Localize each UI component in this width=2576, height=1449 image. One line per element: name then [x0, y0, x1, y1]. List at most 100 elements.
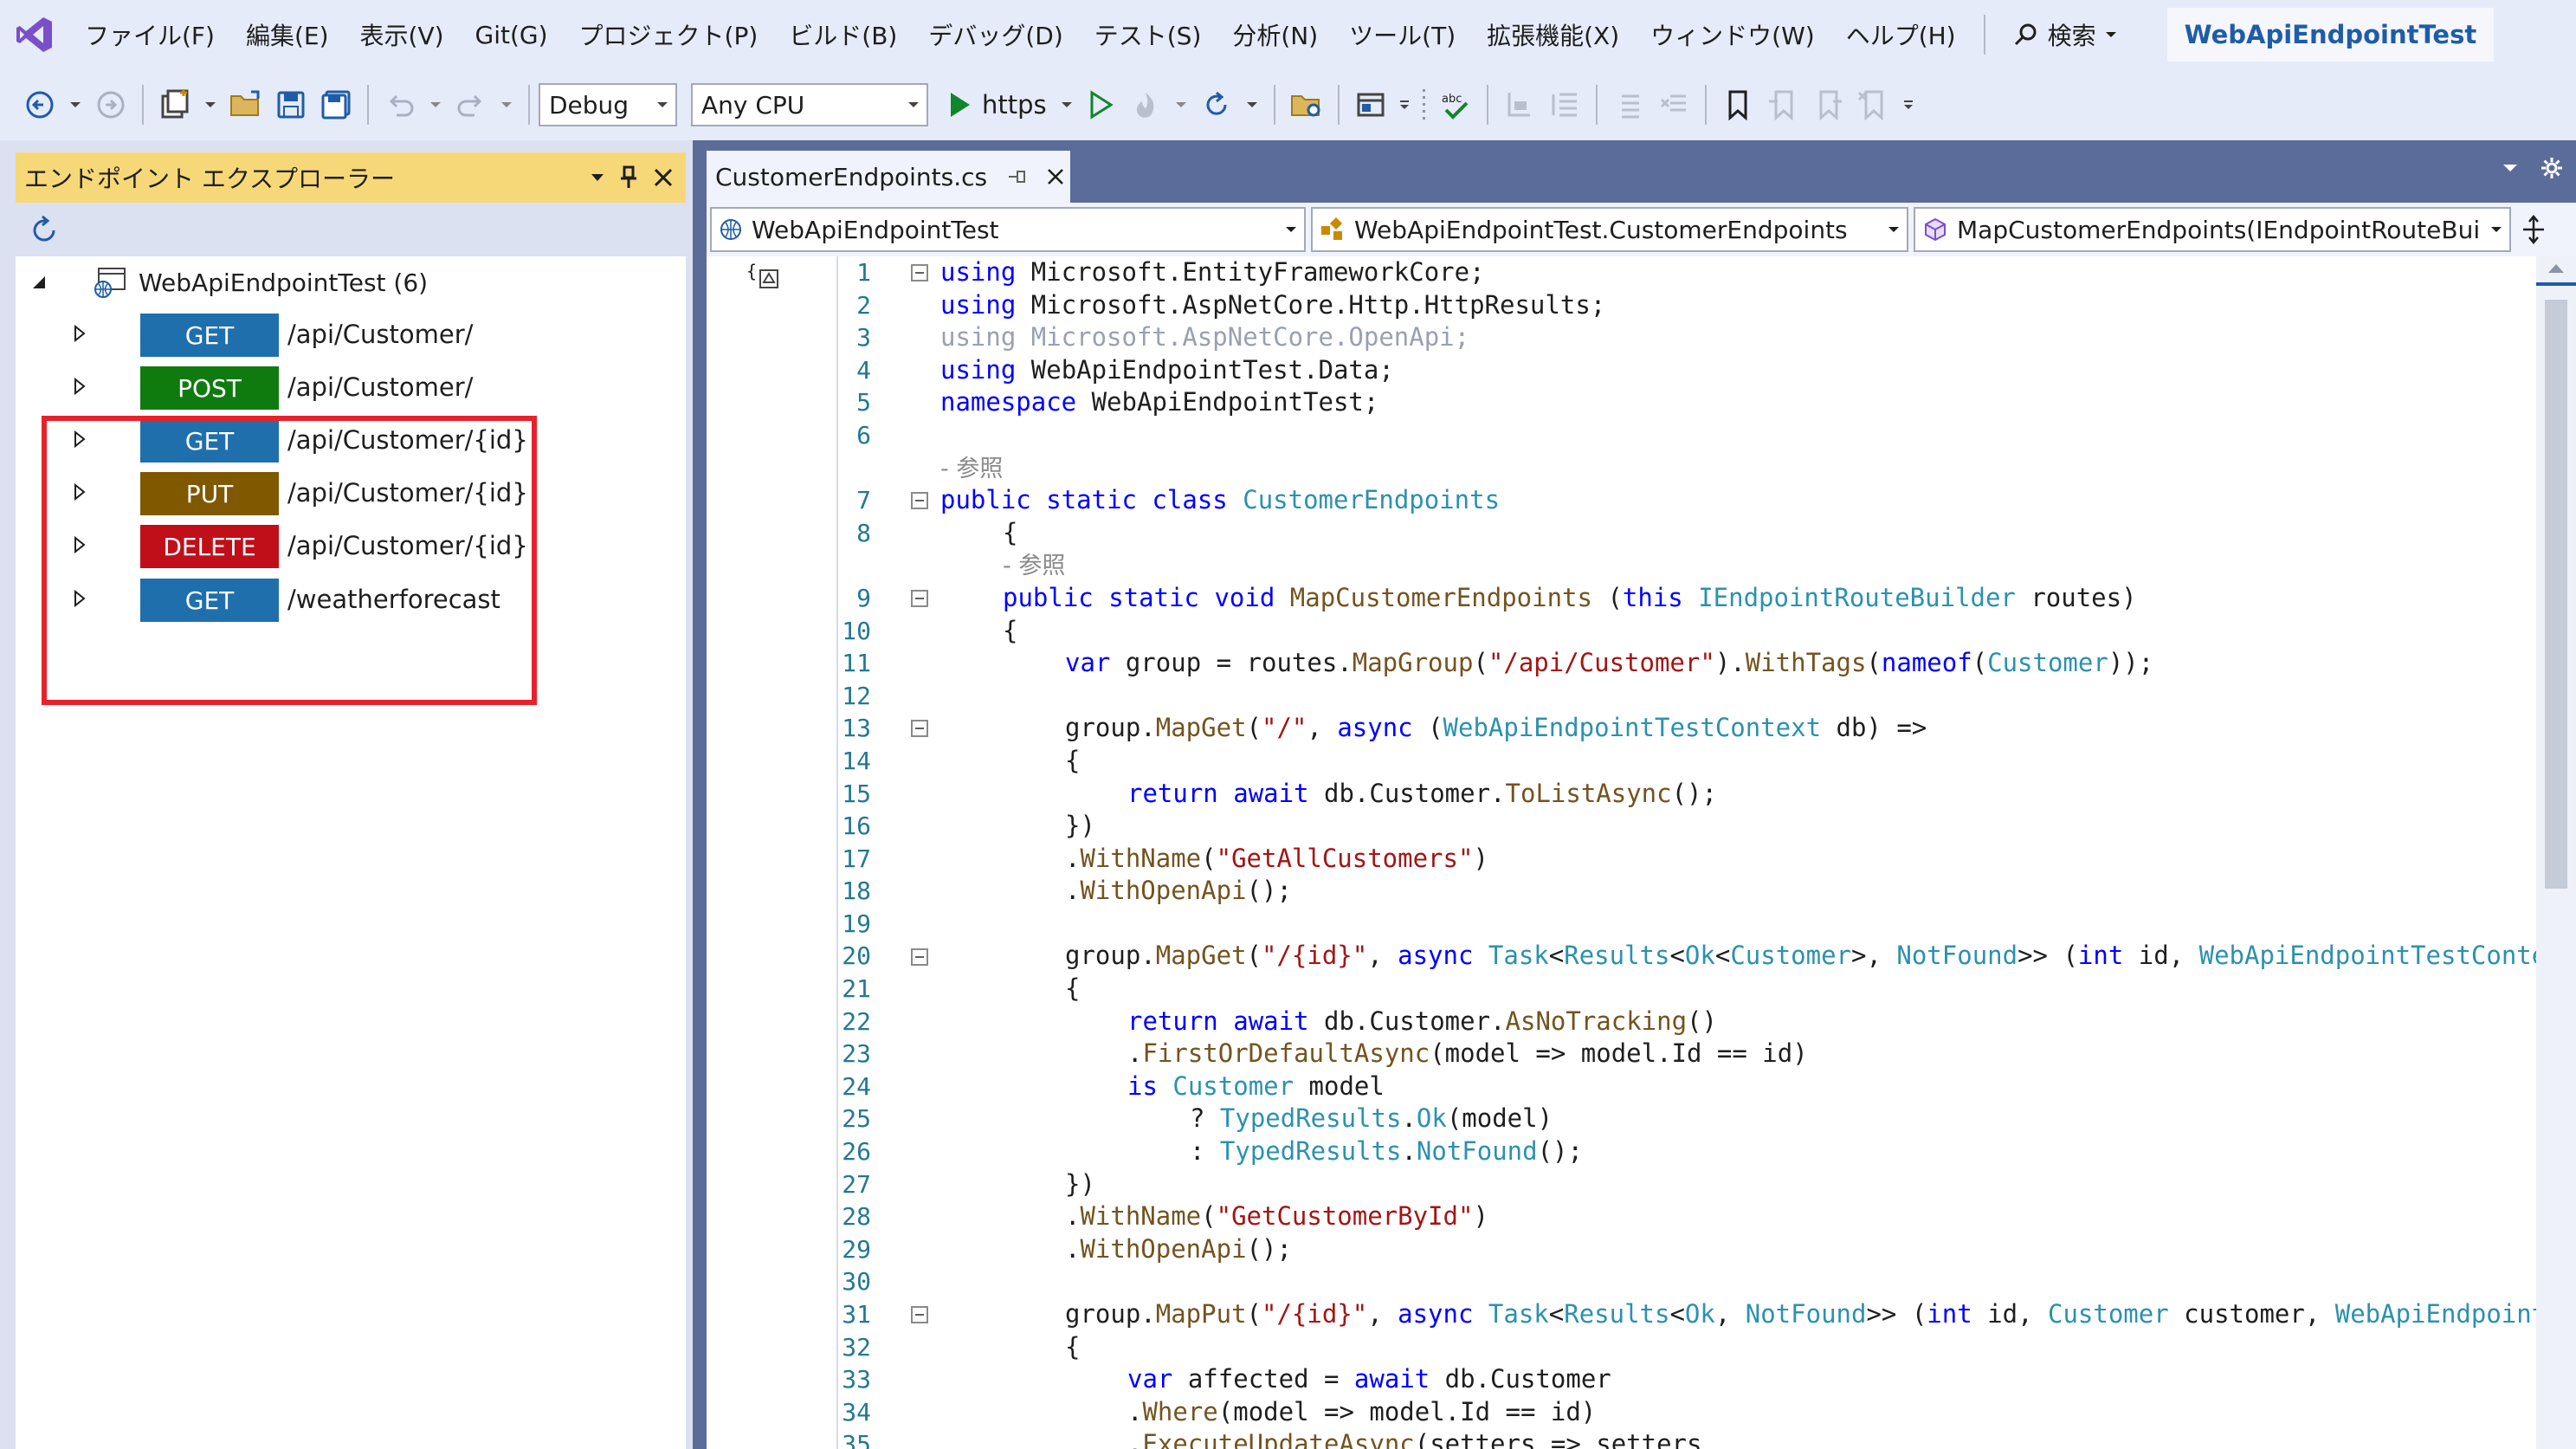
menu-git[interactable]: Git(G) — [460, 0, 564, 69]
code-line[interactable]: ? TypedResults.Ok(model) — [940, 1103, 2334, 1135]
chevron-down-icon[interactable] — [1056, 80, 1078, 130]
window-layout-icon[interactable] — [1348, 80, 1393, 130]
tree-root-project[interactable]: WebApiEndpointTest (6) — [31, 256, 428, 308]
code-line[interactable] — [940, 1265, 2334, 1298]
chevron-down-icon[interactable] — [423, 80, 449, 130]
code-line[interactable]: using Microsoft.EntityFrameworkCore; — [940, 256, 2334, 289]
undo-icon[interactable] — [378, 80, 423, 130]
clear-bookmarks-icon[interactable] — [1850, 80, 1895, 130]
project-scope-select[interactable]: WebApiEndpointTest — [710, 207, 1306, 252]
references-label[interactable]: - 参照 — [1003, 553, 1065, 579]
toolbar-overflow-icon[interactable] — [1393, 80, 1416, 130]
code-line[interactable]: using Microsoft.AspNetCore.OpenApi; — [940, 321, 2334, 354]
window-position-icon[interactable] — [591, 172, 604, 183]
code-line[interactable]: { — [940, 615, 2334, 648]
browse-folder-icon[interactable] — [1284, 80, 1329, 130]
code-line[interactable]: return await db.Customer.AsNoTracking() — [940, 1006, 2334, 1038]
save-all-icon[interactable] — [313, 80, 358, 130]
split-window-icon[interactable] — [2516, 207, 2551, 252]
tab-list-dropdown-icon[interactable] — [2502, 162, 2519, 174]
platform-select[interactable]: Any CPU — [691, 83, 928, 126]
previous-bookmark-icon[interactable] — [1760, 80, 1805, 130]
code-line[interactable]: { — [940, 745, 2334, 778]
code-lines[interactable]: using Microsoft.EntityFrameworkCore; usin… — [940, 256, 2562, 1449]
comment-lines-icon[interactable] — [1606, 80, 1651, 130]
menu-debug[interactable]: デバッグ(D) — [913, 0, 1078, 69]
code-line[interactable]: group.MapGet("/", async (WebApiEndpointT… — [940, 712, 2334, 745]
chevron-down-icon[interactable] — [494, 80, 520, 130]
member-scope-select[interactable]: MapCustomerEndpoints(IEndpointRouteBuilc — [1914, 207, 2511, 252]
scroll-up-arrow-icon[interactable] — [2547, 262, 2566, 278]
menu-build[interactable]: ビルド(B) — [773, 0, 913, 69]
vertical-scrollbar[interactable] — [2536, 256, 2576, 1449]
menu-help[interactable]: ヘルプ(H) — [1830, 0, 1972, 69]
code-line[interactable] — [940, 680, 2334, 713]
menu-test[interactable]: テスト(S) — [1079, 0, 1217, 69]
code-lens-references[interactable]: - 参照 — [940, 452, 2334, 485]
uncomment-lines-icon[interactable] — [1651, 80, 1696, 130]
code-line[interactable]: .FirstOrDefaultAsync(model => model.Id =… — [940, 1038, 2334, 1071]
code-line[interactable]: using Microsoft.AspNetCore.Http.HttpResu… — [940, 289, 2334, 322]
search-box[interactable]: 検索 — [1998, 0, 2133, 69]
code-line[interactable]: group.MapPut("/{id}", async Task<Results… — [940, 1298, 2562, 1331]
redo-icon[interactable] — [449, 80, 494, 130]
menu-tools[interactable]: ツール(T) — [1333, 0, 1471, 69]
save-icon[interactable] — [268, 80, 313, 130]
code-line[interactable] — [940, 908, 2334, 941]
collapse-region-icon[interactable] — [911, 720, 928, 738]
menu-view[interactable]: 表示(V) — [345, 0, 460, 69]
expand-triangle-icon[interactable] — [73, 377, 87, 399]
menu-edit[interactable]: 編集(E) — [230, 0, 345, 69]
expand-triangle-icon[interactable] — [73, 324, 87, 346]
refresh-icon[interactable] — [28, 214, 61, 247]
code-line[interactable]: .WithName("GetAllCustomers") — [940, 843, 2334, 876]
chevron-down-icon[interactable] — [1168, 80, 1194, 130]
toggle-comment-icon[interactable] — [1497, 80, 1542, 130]
menu-extensions[interactable]: 拡張機能(X) — [1471, 0, 1635, 69]
endpoint-row[interactable]: POST /api/Customer/ — [16, 361, 686, 413]
code-line[interactable]: var group = routes.MapGroup("/api/Custom… — [940, 647, 2334, 680]
toolbar-overflow-icon[interactable] — [1895, 80, 1921, 130]
collapse-region-icon[interactable] — [911, 590, 928, 607]
code-lens-references[interactable]: - 参照 — [940, 549, 2334, 582]
chevron-down-icon[interactable] — [1239, 80, 1265, 130]
references-label[interactable]: - 参照 — [940, 456, 1003, 482]
pin-icon[interactable] — [620, 165, 637, 190]
type-scope-select[interactable]: WebApiEndpointTest.CustomerEndpoints — [1311, 207, 1908, 252]
visual-studio-logo-icon[interactable] — [0, 0, 69, 69]
menu-window[interactable]: ウィンドウ(W) — [1635, 0, 1830, 69]
code-line[interactable]: is Customer model — [940, 1071, 2334, 1103]
hot-reload-icon[interactable] — [1123, 80, 1168, 130]
endpoint-row[interactable]: GET /api/Customer/ — [16, 308, 686, 360]
chevron-down-icon[interactable] — [197, 80, 223, 130]
code-view[interactable]: { 1 2 3 4 5 6 7 8 9 10 11 12 13 14 15 16 17 18 19 20 21 22 23 2… — [707, 256, 2576, 1449]
code-line[interactable]: .WithOpenApi(); — [940, 1233, 2334, 1266]
code-line[interactable]: return await db.Customer.ToListAsync(); — [940, 778, 2334, 811]
tab-customer-endpoints[interactable]: CustomerEndpoints.cs — [707, 151, 1070, 203]
code-line[interactable]: .WithName("GetCustomerById") — [940, 1200, 2334, 1233]
code-line[interactable]: group.MapGet("/{id}", async Task<Results… — [940, 940, 2562, 973]
code-line[interactable]: }) — [940, 810, 2334, 843]
start-debugging-icon[interactable] — [942, 80, 977, 130]
close-icon[interactable] — [653, 167, 674, 188]
navigate-back-icon[interactable] — [17, 80, 62, 130]
configuration-select[interactable]: Debug — [539, 83, 677, 126]
collapse-region-icon[interactable] — [911, 1306, 928, 1324]
chevron-down-icon[interactable] — [62, 80, 88, 130]
close-tab-icon[interactable] — [1046, 167, 1065, 186]
code-line[interactable]: .Where(model => model.Id == id) — [940, 1396, 2334, 1429]
code-line[interactable] — [940, 419, 2334, 452]
collapse-region-icon[interactable] — [911, 492, 928, 510]
pin-tab-icon[interactable] — [1006, 166, 1027, 187]
collapse-region-icon[interactable] — [911, 264, 928, 281]
new-project-icon[interactable] — [152, 80, 197, 130]
code-line[interactable]: .ExecuteUpdateAsync(setters => setters — [940, 1428, 2334, 1449]
collapse-region-icon[interactable] — [911, 948, 928, 966]
collapse-triangle-icon[interactable] — [31, 275, 47, 290]
code-line[interactable]: : TypedResults.NotFound(); — [940, 1135, 2334, 1168]
menu-project[interactable]: プロジェクト(P) — [564, 0, 774, 69]
code-line[interactable]: { — [940, 517, 2334, 550]
gear-icon[interactable] — [2540, 156, 2564, 180]
code-line[interactable]: .WithOpenApi(); — [940, 875, 2334, 908]
menu-analyze[interactable]: 分析(N) — [1217, 0, 1333, 69]
